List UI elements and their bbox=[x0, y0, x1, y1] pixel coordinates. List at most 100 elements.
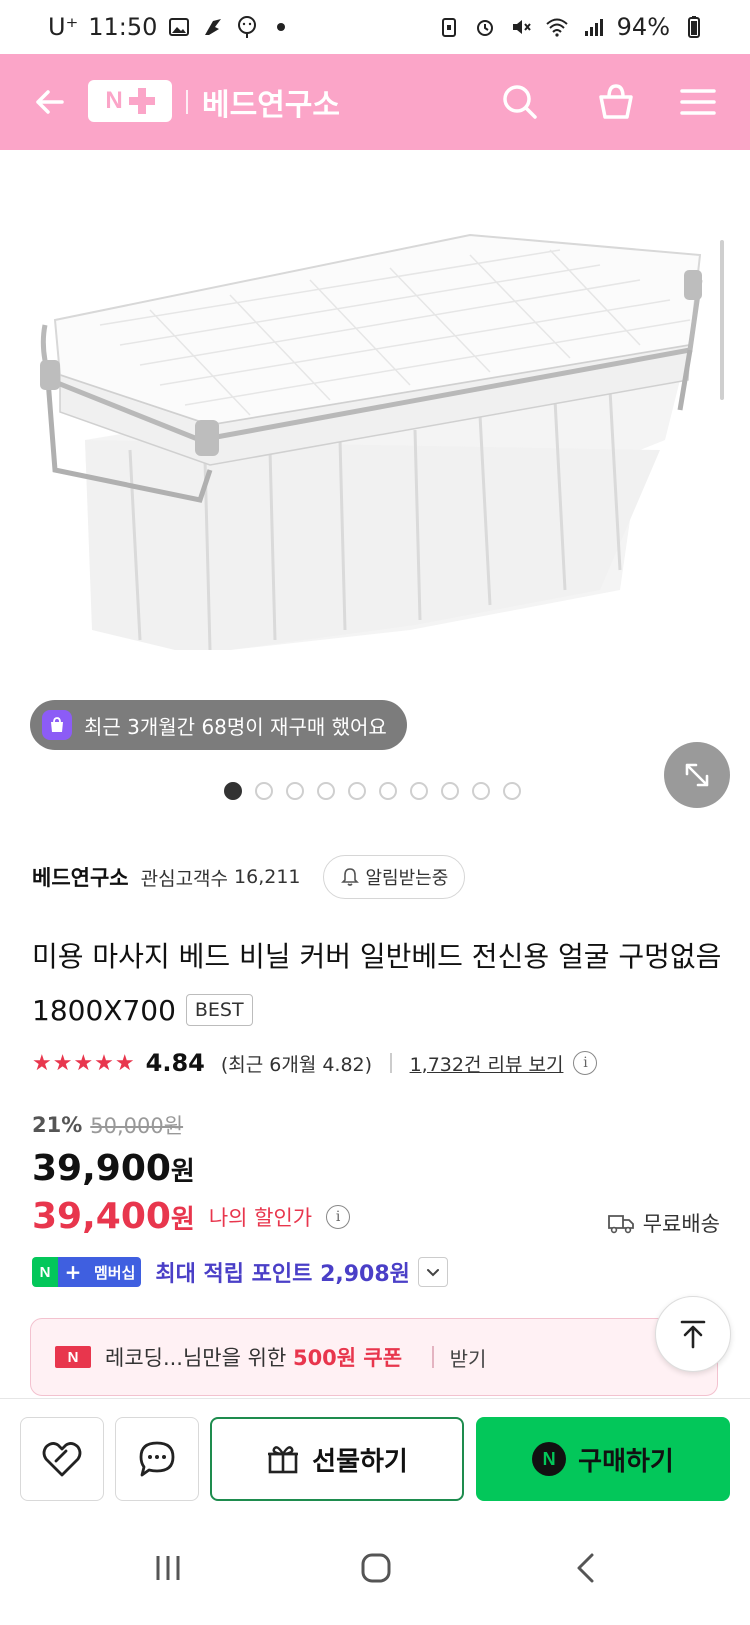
purchase-action-bar: 선물하기 N 구매하기 bbox=[0, 1398, 750, 1508]
header-divider bbox=[186, 90, 188, 114]
carousel-dot[interactable] bbox=[441, 782, 459, 800]
alarm-icon bbox=[476, 20, 493, 36]
truck-icon bbox=[607, 1215, 634, 1234]
status-bar: U⁺ 11:50 94% bbox=[0, 0, 750, 54]
gift-button[interactable]: 선물하기 bbox=[210, 1417, 464, 1501]
naver-plus-logo[interactable]: N bbox=[88, 80, 172, 122]
points-expand-button[interactable] bbox=[417, 1257, 448, 1287]
plus-icon bbox=[128, 88, 155, 114]
product-image-carousel[interactable] bbox=[0, 150, 750, 790]
review-link[interactable]: 1,732건 리뷰 보기 bbox=[410, 1050, 564, 1077]
coupon-banner[interactable]: N 레코딩...님만을 위한 500원 쿠폰 받기 bbox=[30, 1318, 718, 1396]
scroll-to-top-button[interactable] bbox=[655, 1296, 731, 1372]
page-scrollbar[interactable] bbox=[720, 240, 724, 400]
rating-row: ★★★★★ 4.84 (최근 6개월 4.82) 1,732건 리뷰 보기 i bbox=[32, 1046, 598, 1080]
status-right: 94% bbox=[437, 13, 706, 41]
gallery-icon bbox=[169, 18, 190, 36]
wifi-icon bbox=[545, 18, 568, 37]
recent-apps-button[interactable] bbox=[138, 1538, 198, 1598]
naver-pay-icon: N bbox=[532, 1442, 567, 1476]
membership-points-row[interactable]: N + 멤버십 최대 적립 포인트 2,908원 bbox=[32, 1256, 448, 1288]
discount-rate: 21% bbox=[32, 1113, 83, 1137]
mute-icon bbox=[512, 20, 531, 34]
home-icon bbox=[361, 1553, 391, 1583]
back-button[interactable] bbox=[24, 76, 76, 128]
carrier-label: U⁺ bbox=[48, 13, 79, 41]
app-header: N 베드연구소 bbox=[0, 54, 750, 150]
carousel-dot[interactable] bbox=[224, 782, 242, 800]
arrow-up-icon bbox=[680, 1320, 706, 1349]
signal-icon bbox=[584, 19, 603, 36]
menu-button[interactable] bbox=[672, 76, 724, 128]
expand-arrows-icon bbox=[685, 763, 709, 787]
system-navigation-bar bbox=[0, 1508, 750, 1625]
wishlist-button[interactable] bbox=[20, 1417, 104, 1501]
coupon-prefix: 레코딩...님만을 위한 bbox=[105, 1346, 287, 1370]
badge-plus: + bbox=[58, 1257, 88, 1287]
coupon-text: 레코딩...님만을 위한 500원 쿠폰 bbox=[105, 1342, 402, 1372]
chevron-left-icon bbox=[577, 1553, 594, 1583]
seller-name[interactable]: 베드연구소 bbox=[32, 862, 129, 892]
carousel-dot[interactable] bbox=[317, 782, 335, 800]
home-button[interactable] bbox=[346, 1538, 406, 1598]
interest-label: 관심고객수 bbox=[140, 867, 229, 890]
coupon-get-button[interactable]: 받기 bbox=[450, 1343, 487, 1372]
best-badge: BEST bbox=[185, 994, 253, 1026]
back-nav-button[interactable] bbox=[556, 1538, 616, 1598]
gift-label: 선물하기 bbox=[312, 1446, 408, 1477]
my-price-label: 나의 할인가 bbox=[208, 1205, 313, 1230]
sale-price-unit: 원 bbox=[170, 1157, 195, 1187]
buy-button[interactable]: N 구매하기 bbox=[476, 1417, 730, 1501]
location-face-icon bbox=[238, 16, 257, 38]
carousel-dot[interactable] bbox=[379, 782, 397, 800]
badge-member: 멤버십 bbox=[88, 1257, 142, 1287]
talk-talk-button[interactable] bbox=[115, 1417, 199, 1501]
badge-n: N bbox=[32, 1257, 58, 1287]
info-icon[interactable]: i bbox=[573, 1051, 598, 1075]
my-price-unit: 원 bbox=[170, 1205, 195, 1235]
original-price: 50,000원 bbox=[90, 1114, 184, 1138]
status-left: U⁺ 11:50 bbox=[48, 13, 293, 41]
battery-percent: 94% bbox=[616, 13, 670, 41]
heart-link-icon bbox=[42, 1442, 82, 1477]
recent-apps-icon bbox=[156, 1556, 180, 1580]
carousel-dot[interactable] bbox=[348, 782, 366, 800]
battery-saver-icon bbox=[441, 18, 456, 37]
coupon-logo: N bbox=[55, 1346, 91, 1368]
chevron-down-icon bbox=[426, 1269, 439, 1277]
my-price-value: 39,400 bbox=[32, 1196, 171, 1237]
search-button[interactable] bbox=[494, 76, 546, 128]
store-title[interactable]: 베드연구소 bbox=[202, 80, 340, 124]
product-title-text: 미용 마사지 베드 비닐 커버 일반베드 전신용 얼굴 구멍없음 1800X70… bbox=[32, 940, 722, 1027]
info-icon[interactable]: i bbox=[326, 1204, 351, 1229]
shopping-basket-icon bbox=[599, 84, 633, 119]
shipping-info: 무료배송 bbox=[607, 1208, 720, 1238]
recent-rating: (최근 6개월 4.82) bbox=[220, 1053, 373, 1076]
logo-n: N bbox=[105, 87, 123, 114]
cart-button[interactable] bbox=[590, 76, 642, 128]
max-points-text: 최대 적립 포인트 2,908원 bbox=[155, 1262, 410, 1287]
shopping-bag-icon bbox=[42, 710, 72, 740]
seller-row: 베드연구소 관심고객수 16,211 알림받는중 bbox=[32, 855, 466, 899]
bed-cover-product-photo bbox=[40, 233, 703, 651]
my-discount-price: 39,400원 bbox=[32, 1196, 195, 1237]
discount-row: 21% 50,000원 bbox=[32, 1110, 183, 1140]
naver-plus-membership-badge: N + 멤버십 bbox=[32, 1257, 142, 1287]
carousel-dot[interactable] bbox=[286, 782, 304, 800]
hamburger-menu-icon bbox=[680, 89, 716, 115]
carousel-dot[interactable] bbox=[410, 782, 428, 800]
carousel-dots bbox=[224, 782, 521, 800]
notification-dot-icon bbox=[277, 23, 286, 31]
arrow-left-icon bbox=[36, 90, 64, 114]
battery-icon bbox=[688, 16, 700, 38]
chat-bubble-icon bbox=[139, 1441, 175, 1477]
expand-image-button[interactable] bbox=[664, 742, 730, 808]
carousel-dot[interactable] bbox=[255, 782, 273, 800]
rating-stars: ★★★★★ bbox=[32, 1050, 136, 1076]
alarm-subscribe-button[interactable]: 알림받는중 bbox=[322, 855, 466, 899]
rating-score: 4.84 bbox=[145, 1049, 205, 1077]
carousel-dot[interactable] bbox=[472, 782, 490, 800]
search-icon bbox=[503, 85, 537, 119]
carousel-dot[interactable] bbox=[503, 782, 521, 800]
repurchase-text: 최근 3개월간 68명이 재구매 했어요 bbox=[84, 714, 387, 739]
